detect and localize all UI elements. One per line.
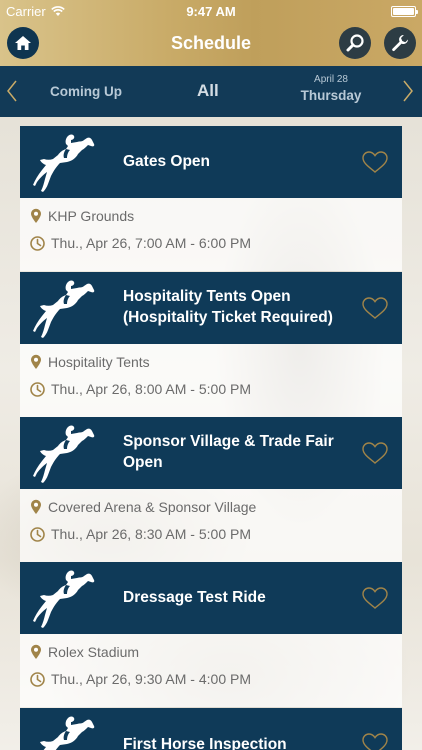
event-card[interactable]: Sponsor Village & Trade Fair Open Covere… — [20, 417, 402, 562]
event-location-row: Hospitality Tents — [30, 354, 150, 370]
heart-icon[interactable] — [361, 150, 389, 174]
event-details: Rolex Stadium Thu., Apr 26, 9:30 AM - 4:… — [20, 634, 402, 707]
event-title: Dressage Test Ride — [123, 588, 266, 606]
app-header: Carrier 9:47 AM Schedule — [0, 0, 422, 66]
event-time-row: Thu., Apr 26, 8:30 AM - 5:00 PM — [30, 526, 251, 542]
tab-date-label: April 28 — [314, 74, 348, 85]
search-button[interactable] — [339, 27, 371, 59]
location-pin-icon — [31, 499, 41, 514]
event-card[interactable]: Gates Open KHP Grounds Thu., Apr 26, 7:0… — [20, 126, 402, 271]
event-location: Rolex Stadium — [48, 644, 140, 660]
event-location-row: Covered Arena & Sponsor Village — [30, 499, 256, 515]
status-time: 9:47 AM — [186, 4, 236, 19]
tab-day-label: Thursday — [300, 88, 362, 103]
event-title: Hospitality Tents Open (Hospitality Tick… — [123, 288, 333, 326]
heart-icon[interactable] — [361, 732, 389, 750]
heart-icon[interactable] — [361, 296, 389, 320]
tab-thursday[interactable]: April 28 Thursday — [296, 74, 366, 103]
event-time-row: Thu., Apr 26, 8:00 AM - 5:00 PM — [30, 381, 251, 397]
location-pin-icon — [31, 208, 41, 223]
horse-jumping-icon — [33, 280, 95, 338]
event-location: Hospitality Tents — [48, 354, 150, 370]
tab-all[interactable]: All — [197, 81, 219, 101]
event-title: First Horse Inspection — [123, 736, 287, 750]
search-icon — [346, 34, 364, 52]
event-header: Dressage Test Ride — [20, 562, 402, 634]
day-tabbar: Coming Up All April 28 Thursday — [0, 66, 422, 117]
location-pin-icon — [31, 644, 41, 659]
clock-icon — [30, 235, 45, 251]
event-location: Covered Arena & Sponsor Village — [48, 499, 257, 515]
event-card[interactable]: Dressage Test Ride Rolex Stadium Thu., A… — [20, 562, 402, 707]
heart-icon[interactable] — [361, 586, 389, 610]
event-time: Thu., Apr 26, 8:30 AM - 5:00 PM — [51, 526, 251, 542]
event-title: Sponsor Village & Trade Fair Open — [123, 433, 334, 471]
status-bar: Carrier 9:47 AM — [0, 0, 422, 22]
clock-icon — [30, 526, 45, 542]
event-time: Thu., Apr 26, 8:00 AM - 5:00 PM — [51, 381, 251, 397]
settings-button[interactable] — [384, 27, 416, 59]
event-card[interactable]: First Horse Inspection — [20, 708, 402, 750]
event-details: Hospitality Tents Thu., Apr 26, 8:00 AM … — [20, 344, 402, 417]
wrench-icon — [392, 35, 409, 52]
horse-jumping-icon — [33, 716, 95, 750]
horse-jumping-icon — [33, 570, 95, 628]
event-location-row: KHP Grounds — [30, 208, 134, 224]
event-time-row: Thu., Apr 26, 7:00 AM - 6:00 PM — [30, 235, 251, 251]
event-header: Hospitality Tents Open (Hospitality Tick… — [20, 272, 402, 344]
event-card[interactable]: Hospitality Tents Open (Hospitality Tick… — [20, 272, 402, 417]
event-title: Gates Open — [123, 152, 210, 170]
event-header: Gates Open — [20, 126, 402, 198]
event-location: KHP Grounds — [48, 208, 135, 224]
horse-jumping-icon — [33, 134, 95, 192]
tab-coming-up[interactable]: Coming Up — [50, 84, 122, 99]
event-location-row: Rolex Stadium — [30, 644, 139, 660]
event-time: Thu., Apr 26, 7:00 AM - 6:00 PM — [51, 235, 251, 251]
event-time: Thu., Apr 26, 9:30 AM - 4:00 PM — [51, 671, 251, 687]
location-pin-icon — [31, 354, 41, 369]
clock-icon — [30, 381, 45, 397]
heart-icon[interactable] — [361, 441, 389, 465]
event-details: KHP Grounds Thu., Apr 26, 7:00 AM - 6:00… — [20, 198, 402, 271]
chevron-left-icon[interactable] — [7, 80, 17, 102]
event-details: Covered Arena & Sponsor Village Thu., Ap… — [20, 489, 402, 562]
event-header: First Horse Inspection — [20, 708, 402, 750]
clock-icon — [30, 671, 45, 687]
event-time-row: Thu., Apr 26, 9:30 AM - 4:00 PM — [30, 671, 251, 687]
chevron-right-icon[interactable] — [403, 80, 413, 102]
horse-jumping-icon — [33, 425, 95, 483]
battery-icon — [391, 6, 418, 17]
event-header: Sponsor Village & Trade Fair Open — [20, 417, 402, 489]
